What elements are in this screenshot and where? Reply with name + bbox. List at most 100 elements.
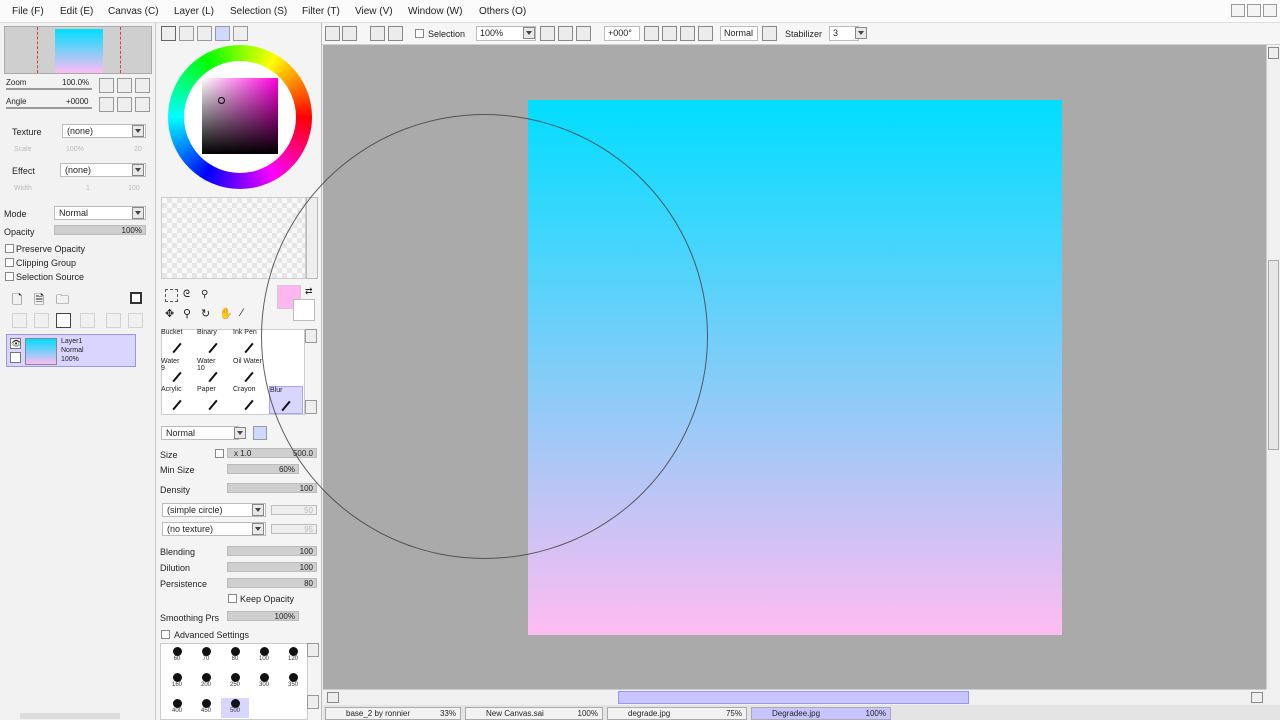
min-size-slider[interactable]: 60% (227, 464, 299, 474)
menu-others[interactable]: Others (O) (479, 6, 526, 17)
canvas-area[interactable] (261, 45, 1266, 689)
zoom-slider[interactable] (6, 88, 92, 90)
persistence-slider[interactable]: 80 (227, 578, 317, 588)
layer-panel-scrollbar[interactable] (20, 713, 120, 719)
brush-binary[interactable]: Binary (197, 329, 231, 357)
canvas-horizontal-scrollbar[interactable] (323, 689, 1266, 705)
doc-tab-base[interactable]: base_2 by ronnier 33% (325, 707, 461, 720)
zoom-out-icon[interactable] (540, 26, 555, 41)
texture-dropdown[interactable] (132, 125, 144, 137)
scroll-left-icon[interactable] (327, 692, 339, 703)
brush-acrylic[interactable]: Acrylic (161, 386, 195, 414)
selection-checkbox[interactable] (415, 29, 424, 38)
nav-rotate-reset-icon[interactable] (135, 97, 150, 112)
navigator[interactable] (4, 26, 152, 74)
brush-size-preset[interactable]: 400 (163, 698, 191, 718)
keep-opacity-checkbox[interactable] (228, 594, 237, 603)
nav-rotate-right-icon[interactable] (117, 97, 132, 112)
delete-layer-icon[interactable] (80, 313, 95, 328)
vertical-scroll-thumb[interactable] (1268, 260, 1279, 450)
color-picker-cursor[interactable] (218, 97, 225, 104)
clipping-group-checkbox[interactable] (5, 258, 14, 267)
merge-down-icon[interactable] (34, 313, 49, 328)
brush-texture-dropdown[interactable] (252, 523, 264, 535)
menu-file[interactable]: File (F) (12, 6, 44, 17)
zoom-in-icon[interactable] (558, 26, 573, 41)
brush-size-preset[interactable]: 160 (163, 672, 191, 692)
eye-icon[interactable]: 👁 (10, 338, 21, 349)
menu-layer[interactable]: Layer (L) (174, 6, 214, 17)
density-slider[interactable]: 100 (227, 483, 317, 493)
layer-mask-icon[interactable] (130, 292, 142, 304)
close-icon[interactable] (1263, 4, 1277, 17)
menu-view[interactable]: View (V) (355, 6, 393, 17)
brush-shape-strength[interactable]: 50 (271, 505, 317, 515)
brush-size-preset[interactable]: 300 (250, 672, 278, 692)
rotate-left-icon[interactable] (644, 26, 659, 41)
move-icon[interactable]: ✥ (165, 307, 178, 320)
nav-zoom-in-icon[interactable] (117, 78, 132, 93)
rgb-slider-tab-icon[interactable] (179, 26, 194, 41)
brush-size-preset[interactable]: 200 (192, 672, 220, 692)
redo-icon[interactable] (342, 26, 357, 41)
zoom-reset-icon[interactable] (576, 26, 591, 41)
color-wheel-tab-icon[interactable] (161, 26, 176, 41)
effect-dropdown[interactable] (132, 164, 144, 176)
brush-water-9[interactable]: Water 9 (161, 358, 195, 386)
brush-size-preset[interactable]: 450 (192, 698, 220, 718)
opacity-slider[interactable]: 100% (54, 225, 146, 235)
undo-icon[interactable] (325, 26, 340, 41)
doc-tab-new-canvas[interactable]: New Canvas.sai 100% (465, 707, 603, 720)
flip-icon[interactable] (698, 26, 713, 41)
brush-size-preset[interactable]: 60 (163, 646, 191, 666)
nav-zoom-out-icon[interactable] (99, 78, 114, 93)
rotate-right-icon[interactable] (662, 26, 677, 41)
stabilizer-dropdown[interactable] (855, 27, 867, 39)
color-square[interactable] (202, 78, 278, 154)
blending-slider[interactable]: 100 (227, 546, 317, 556)
menu-selection[interactable]: Selection (S) (230, 6, 287, 17)
brush-crayon[interactable]: Crayon (233, 386, 267, 414)
hand-tool-icon[interactable]: ✋ (219, 307, 233, 320)
magic-wand-icon[interactable]: ⚲ (201, 289, 214, 302)
brush-size-preset[interactable]: 350 (279, 672, 307, 692)
brush-size-preset[interactable]: 100 (250, 646, 278, 666)
smoothing-slider[interactable]: 100% (227, 611, 299, 621)
rect-select-icon[interactable] (165, 289, 178, 302)
brush-shape-flat-icon[interactable] (253, 426, 267, 440)
new-layer-icon[interactable]: 🗋 (12, 291, 27, 307)
restore-icon[interactable] (1247, 4, 1261, 17)
hsv-slider-tab-icon[interactable] (197, 26, 212, 41)
menu-filter[interactable]: Filter (T) (302, 6, 340, 17)
scroll-up-icon[interactable] (1268, 47, 1279, 59)
blend-mode-dropdown[interactable] (762, 26, 777, 41)
menu-window[interactable]: Window (W) (408, 6, 462, 17)
brush-texture-strength[interactable]: 95 (271, 524, 317, 534)
new-folder-icon[interactable]: 🗀 (56, 291, 71, 307)
size-lock-checkbox[interactable] (215, 449, 224, 458)
brush-size-preset[interactable]: 120 (279, 646, 307, 666)
brush-size-preset[interactable]: 70 (192, 646, 220, 666)
doc-tab-degrade[interactable]: degrade.jpg 75% (607, 707, 747, 720)
horizontal-scroll-thumb[interactable] (618, 691, 969, 704)
brush-size-preset[interactable]: 250 (221, 672, 249, 692)
brush-size-scroll-down[interactable] (307, 695, 319, 709)
transfer-down-icon[interactable] (12, 313, 27, 328)
swatches-tab-icon[interactable] (215, 26, 230, 41)
brush-size-preset[interactable]: 80 (221, 646, 249, 666)
brush-mode-dropdown[interactable] (234, 427, 246, 439)
mode-dropdown[interactable] (132, 207, 144, 219)
blend-mode-field[interactable]: Normal (720, 26, 758, 41)
nav-zoom-reset-icon[interactable] (135, 78, 150, 93)
preserve-opacity-checkbox[interactable] (5, 244, 14, 253)
scratchpad-tab-icon[interactable] (233, 26, 248, 41)
duplicate-layer-icon[interactable] (106, 313, 121, 328)
brush-size-preset-selected[interactable]: 500 (221, 698, 249, 718)
brush-water-10[interactable]: Water 10 (197, 358, 231, 386)
clear-layer-icon[interactable] (56, 313, 71, 328)
menu-canvas[interactable]: Canvas (C) (108, 6, 159, 17)
color-wheel[interactable] (168, 45, 312, 189)
new-linework-layer-icon[interactable]: 🗎 (34, 291, 49, 307)
brush-mode-select[interactable]: Normal (161, 426, 239, 440)
brush-shape-dropdown[interactable] (252, 504, 264, 516)
